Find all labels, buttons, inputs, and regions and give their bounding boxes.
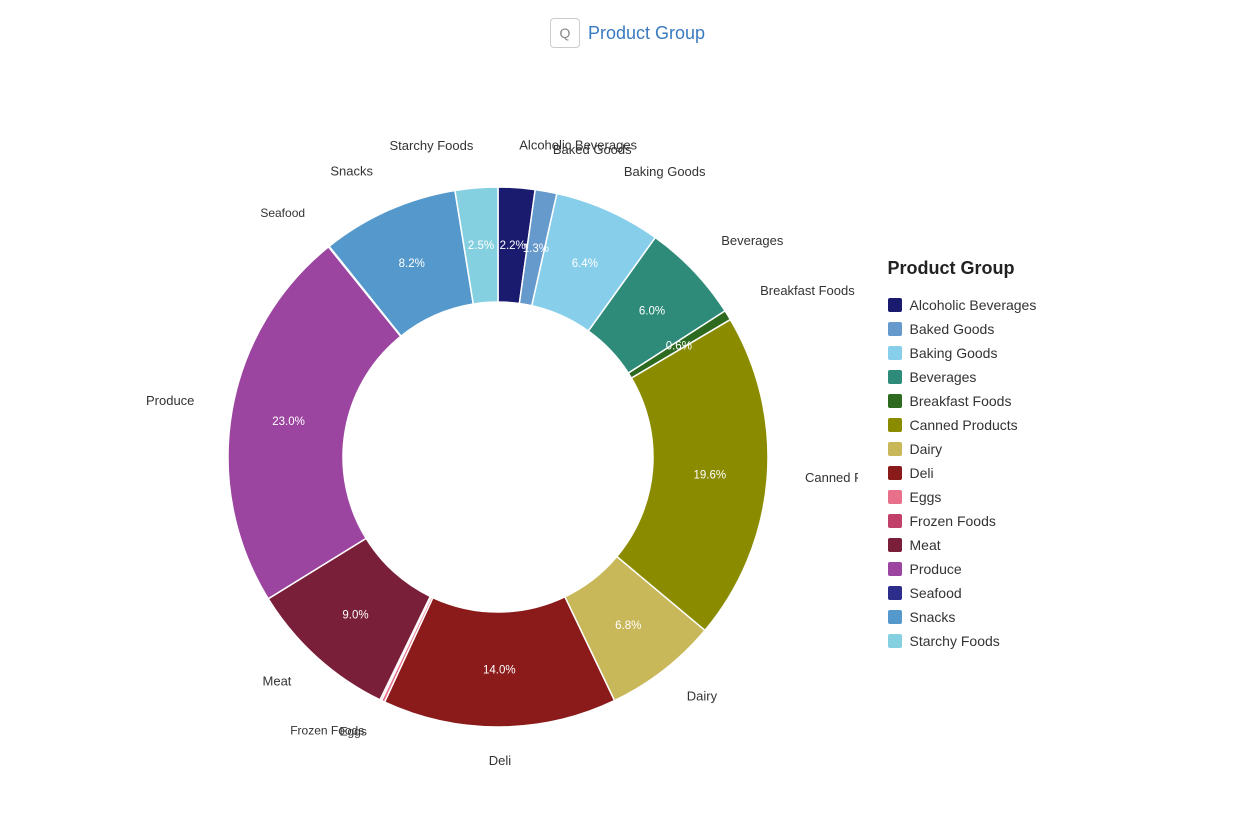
legend-item: Canned Products [888, 417, 1118, 433]
segment-pct-label: 0.6% [665, 340, 691, 352]
legend-color-swatch [888, 418, 902, 432]
segment-pct-label: 9.0% [342, 610, 368, 622]
legend-item: Starchy Foods [888, 633, 1118, 649]
segment-outer-label: Breakfast Foods [760, 283, 855, 298]
legend-item-label: Produce [910, 561, 962, 577]
legend-item: Dairy [888, 441, 1118, 457]
segment-outer-label: Baking Goods [623, 164, 705, 179]
legend-color-swatch [888, 394, 902, 408]
segment-outer-label-small: Frozen Foods [290, 723, 364, 737]
legend-item: Beverages [888, 369, 1118, 385]
legend-color-swatch [888, 346, 902, 360]
segment-pct-label: 14.0% [483, 664, 516, 676]
legend-color-swatch [888, 370, 902, 384]
legend-item: Deli [888, 465, 1118, 481]
header-icon: Q [550, 18, 580, 48]
donut-chart-svg: Alcoholic Beverages2.2%Baked Goods1.3%Ba… [138, 87, 858, 807]
legend-item-label: Snacks [910, 609, 956, 625]
legend-color-swatch [888, 634, 902, 648]
legend-color-swatch [888, 514, 902, 528]
legend-color-swatch [888, 610, 902, 624]
legend-item-label: Beverages [910, 369, 977, 385]
legend-item-label: Seafood [910, 585, 962, 601]
legend-item: Frozen Foods [888, 513, 1118, 529]
segment-outer-label: Produce [145, 393, 193, 408]
legend-item-label: Frozen Foods [910, 513, 996, 529]
segment-outer-label: Meat [262, 673, 291, 688]
legend-item-label: Breakfast Foods [910, 393, 1012, 409]
segment-outer-label: Baked Goods [552, 142, 631, 157]
segment-outer-label-small: Seafood [260, 206, 305, 220]
legend-item: Snacks [888, 609, 1118, 625]
segment-pct-label: 8.2% [398, 258, 424, 270]
legend-item: Baking Goods [888, 345, 1118, 361]
legend-item-label: Meat [910, 537, 941, 553]
segment-outer-label: Canned Products [804, 470, 857, 485]
legend-color-swatch [888, 562, 902, 576]
chart-header: Q Product Group [0, 0, 1255, 58]
legend-color-swatch [888, 586, 902, 600]
legend-item: Meat [888, 537, 1118, 553]
legend-color-swatch [888, 538, 902, 552]
segment-outer-label: Deli [488, 753, 511, 768]
legend-item: Seafood [888, 585, 1118, 601]
legend-item: Eggs [888, 489, 1118, 505]
main-content: Alcoholic Beverages2.2%Baked Goods1.3%Ba… [0, 58, 1255, 836]
legend-color-swatch [888, 490, 902, 504]
legend-item-label: Alcoholic Beverages [910, 297, 1037, 313]
legend-item-label: Dairy [910, 441, 943, 457]
legend-item-label: Baking Goods [910, 345, 998, 361]
segment-outer-label: Beverages [721, 233, 784, 248]
segment-pct-label: 1.3% [522, 243, 548, 255]
legend-items: Alcoholic Beverages Baked Goods Baking G… [888, 297, 1118, 649]
legend-color-swatch [888, 322, 902, 336]
segment-pct-label: 19.6% [693, 469, 726, 481]
legend-color-swatch [888, 466, 902, 480]
segment-outer-label: Snacks [330, 163, 373, 178]
segment-outer-label: Starchy Foods [389, 138, 473, 153]
legend-color-swatch [888, 298, 902, 312]
legend-item-label: Baked Goods [910, 321, 995, 337]
legend-item-label: Eggs [910, 489, 942, 505]
legend-color-swatch [888, 442, 902, 456]
segment-pct-label: 2.5% [467, 240, 493, 252]
legend-item-label: Deli [910, 465, 934, 481]
legend-title: Product Group [888, 258, 1118, 279]
legend-area: Product Group Alcoholic Beverages Baked … [858, 238, 1118, 657]
page-container: Q Product Group Alcoholic Beverages2.2%B… [0, 0, 1255, 836]
segment-pct-label: 6.4% [571, 258, 597, 270]
donut-chart-area: Alcoholic Beverages2.2%Baked Goods1.3%Ba… [138, 87, 858, 807]
segment-pct-label: 6.8% [615, 620, 641, 632]
legend-item: Alcoholic Beverages [888, 297, 1118, 313]
legend-item: Baked Goods [888, 321, 1118, 337]
legend-item: Breakfast Foods [888, 393, 1118, 409]
segment-pct-label: 23.0% [272, 416, 305, 428]
segment-pct-label: 6.0% [638, 306, 664, 318]
segment-outer-label: Dairy [686, 688, 717, 703]
legend-item-label: Starchy Foods [910, 633, 1000, 649]
header-title: Product Group [588, 23, 705, 44]
legend-item-label: Canned Products [910, 417, 1018, 433]
legend-item: Produce [888, 561, 1118, 577]
